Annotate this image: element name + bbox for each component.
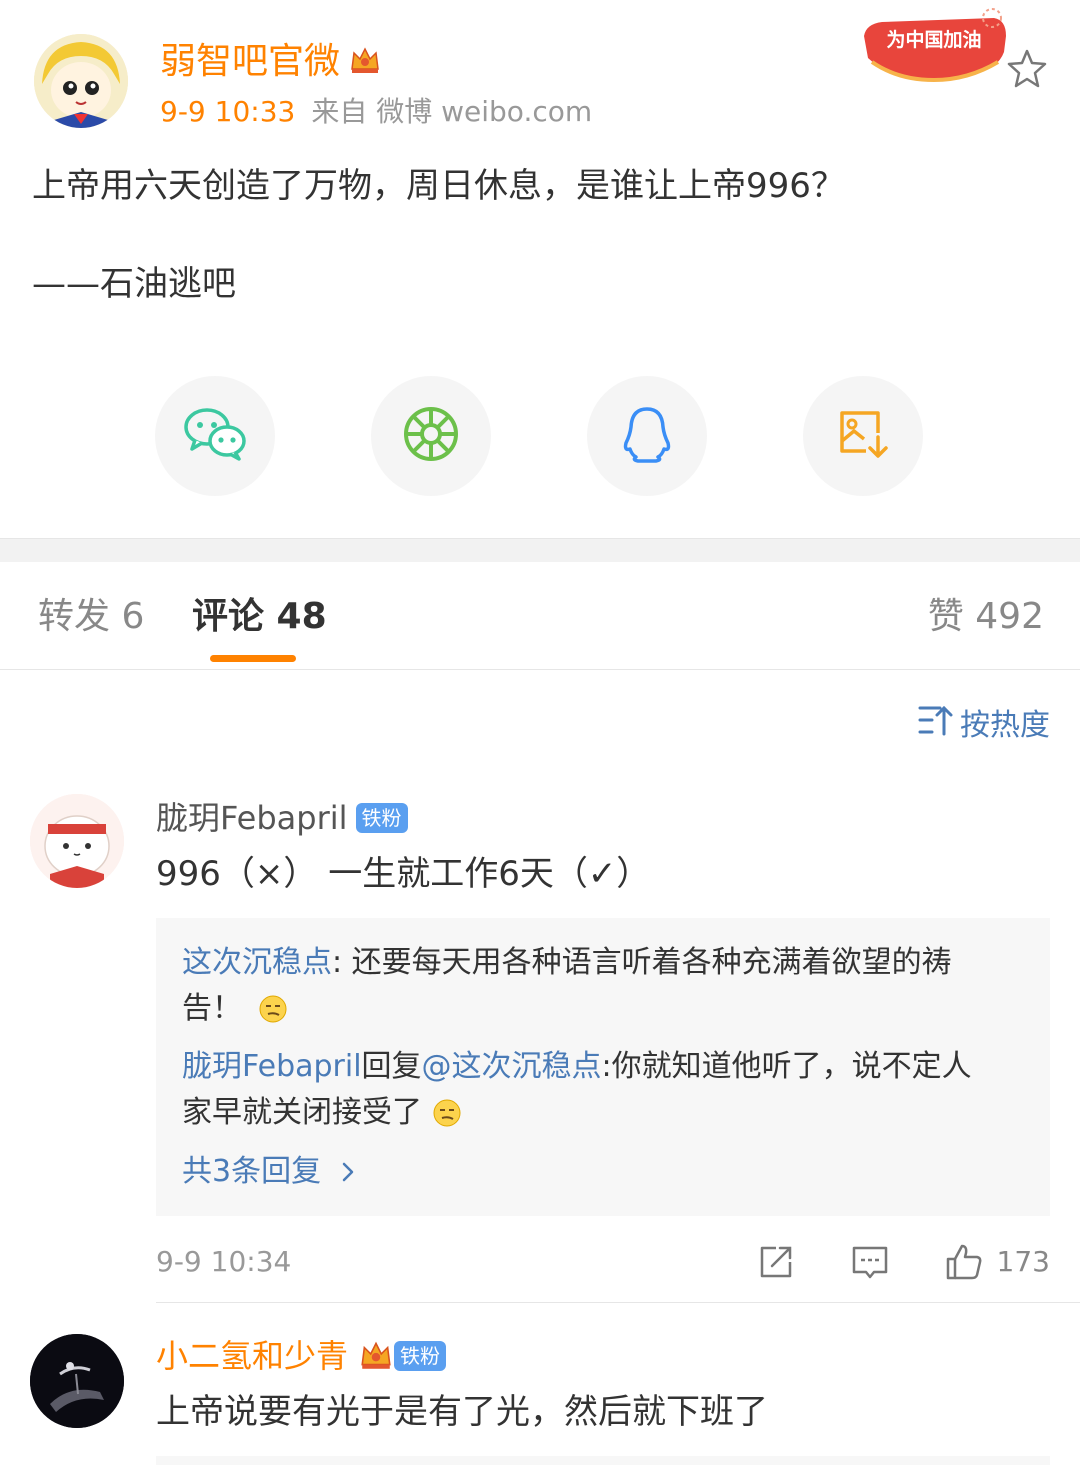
qq-icon xyxy=(622,405,672,467)
reply-2-mid: 回复 xyxy=(361,1049,422,1084)
section-divider xyxy=(0,538,1080,562)
comment-author[interactable]: 小二氢和少青 铁粉 xyxy=(156,1334,447,1384)
comment-footer: 9-9 10:34 173 xyxy=(156,1240,1050,1284)
moments-icon xyxy=(402,405,460,467)
favorite-star-icon[interactable] xyxy=(1004,46,1050,92)
save-image-icon xyxy=(836,407,890,465)
smirk-emoji-icon xyxy=(258,992,288,1038)
comment-author[interactable]: 胧玥Febapril 铁粉 xyxy=(156,796,408,840)
comment-time: 9-9 10:34 xyxy=(156,1245,292,1278)
comment-text: 上帝说要有光于是有了光，然后就下班了 xyxy=(156,1392,768,1432)
tab-likes[interactable]: 赞 492 xyxy=(928,594,1044,640)
reply-1-cont: 告！ xyxy=(182,986,288,1038)
comment-avatar[interactable] xyxy=(30,1334,124,1428)
share-wechat-button[interactable] xyxy=(155,376,275,496)
comment-text: 996（×） 一生就工作6天（✓） xyxy=(156,854,651,894)
comment-author-name[interactable]: 小二氢和少青 xyxy=(156,1337,348,1375)
share-moments-button[interactable] xyxy=(371,376,491,496)
comment-separator xyxy=(156,1302,1080,1303)
reply-1: 这次沉稳点: 还要每天用各种语言听着各种充满着欲望的祷 xyxy=(182,940,952,986)
post-text: 上帝用六天创造了万物，周日休息，是谁让上帝996？ xyxy=(32,166,845,206)
sort-label[interactable]: 按热度 xyxy=(960,705,1050,747)
sort-button[interactable]: 按热度 xyxy=(918,704,1050,748)
reply-2-text-2: 家早就关闭接受了 xyxy=(182,1095,422,1130)
reply-2-user[interactable]: 胧玥Febapril xyxy=(182,1049,362,1084)
weibo-post: 弱智吧官微 9-9 10:33 来自 微博 weibo.com 为中国加油 上帝用… xyxy=(0,0,1080,538)
post-meta: 9-9 10:33 来自 微博 weibo.com xyxy=(160,92,592,132)
reply-comment-icon[interactable] xyxy=(850,1242,890,1282)
comment-avatar[interactable] xyxy=(30,794,124,888)
share-row xyxy=(0,376,1080,496)
share-qq-button[interactable] xyxy=(587,376,707,496)
reply-1-text: : 还要每天用各种语言听着各种充满着欲望的祷 xyxy=(332,945,952,980)
reply-preview[interactable]: 这次沉稳点: 还要每天用各种语言听着各种充满着欲望的祷 告！ 胧玥Febapri… xyxy=(156,918,1050,1216)
fan-badge: 铁粉 xyxy=(355,803,408,833)
reply-2: 胧玥Febapril回复@这次沉稳点:你就知道他听了，说不定人 xyxy=(182,1044,972,1090)
fan-badge: 铁粉 xyxy=(394,1341,447,1371)
reply-2-target[interactable]: @这次沉稳点 xyxy=(422,1049,602,1084)
post-time: 9-9 10:33 xyxy=(160,95,296,128)
sort-icon xyxy=(918,704,960,748)
campaign-badge-text: 为中国加油 xyxy=(886,28,981,51)
smirk-emoji-icon xyxy=(432,1096,462,1142)
like-thumb-icon[interactable] xyxy=(944,1242,984,1282)
view-all-replies-label[interactable]: 共3条回复 xyxy=(182,1154,321,1189)
tab-comments[interactable]: 评论 48 xyxy=(192,594,327,640)
author-name[interactable]: 弱智吧官微 xyxy=(160,38,382,90)
vip-crown-icon xyxy=(348,42,382,90)
reply-1-text-2: 告！ xyxy=(182,991,242,1026)
reply-preview xyxy=(156,1456,1050,1465)
comment-author-name[interactable]: 胧玥Febapril xyxy=(156,799,348,837)
wechat-icon xyxy=(183,407,247,465)
like-count: 173 xyxy=(996,1245,1050,1278)
tab-repost[interactable]: 转发 6 xyxy=(38,594,144,640)
author-name-text[interactable]: 弱智吧官微 xyxy=(160,41,340,82)
repost-comment-icon[interactable] xyxy=(756,1242,796,1282)
view-all-replies-link[interactable]: 共3条回复 xyxy=(182,1150,355,1196)
campaign-badge[interactable]: 为中国加油 xyxy=(858,6,1010,86)
post-tabs: 转发 6 评论 48 赞 492 xyxy=(0,562,1080,670)
save-image-button[interactable] xyxy=(803,376,923,496)
vip-crown-icon xyxy=(358,1337,394,1384)
author-avatar[interactable] xyxy=(34,34,128,128)
post-source: 来自 微博 weibo.com xyxy=(311,95,593,128)
reply-2-text: :你就知道他听了，说不定人 xyxy=(601,1049,972,1084)
reply-1-user[interactable]: 这次沉稳点 xyxy=(182,945,332,980)
chevron-right-icon xyxy=(341,1152,355,1196)
post-signature: ——石油逃吧 xyxy=(32,264,236,304)
active-tab-indicator xyxy=(210,655,296,662)
reply-2-cont: 家早就关闭接受了 xyxy=(182,1090,462,1142)
